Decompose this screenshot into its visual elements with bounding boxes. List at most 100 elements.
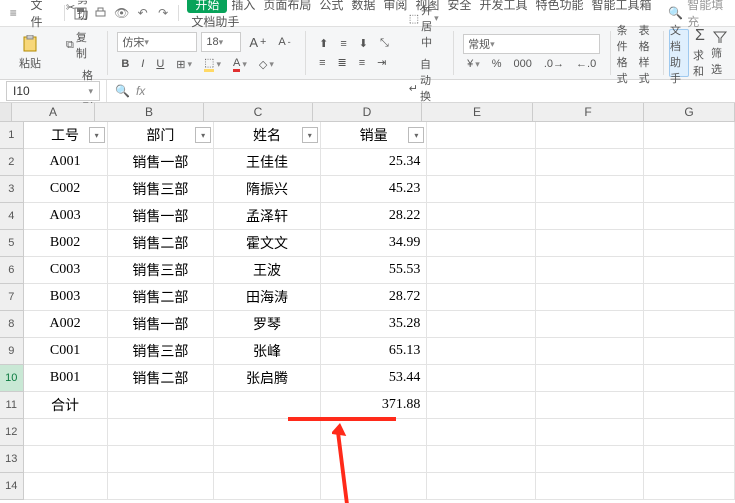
col-header-D[interactable]: D (313, 103, 422, 121)
align-left-button[interactable]: ≡ (315, 55, 329, 71)
cell[interactable] (644, 122, 735, 149)
cell[interactable]: 张峰 (214, 338, 321, 365)
cell[interactable] (427, 446, 535, 473)
cell[interactable] (644, 365, 735, 392)
cell[interactable]: 45.23 (321, 176, 428, 203)
cell[interactable]: 销售一部 (108, 311, 215, 338)
cell[interactable]: 孟泽轩 (214, 203, 321, 230)
filter-dropdown-icon[interactable]: ▾ (195, 127, 211, 143)
cell[interactable]: 王波 (214, 257, 321, 284)
cell[interactable] (536, 392, 644, 419)
cond-format-button[interactable]: 条件格式 (617, 29, 635, 77)
cell[interactable]: 55.53 (321, 257, 428, 284)
comma-button[interactable]: 000 (510, 56, 536, 72)
cell[interactable] (108, 473, 215, 500)
undo-icon[interactable]: ↶ (135, 5, 150, 21)
file-menu[interactable]: 文件 (27, 0, 57, 30)
orientation-button[interactable]: ⤡ (376, 35, 393, 52)
filter-dropdown-icon[interactable]: ▾ (408, 127, 424, 143)
cell[interactable]: B003 (24, 284, 108, 311)
col-header-C[interactable]: C (204, 103, 313, 121)
cell[interactable] (644, 473, 735, 500)
cell[interactable]: 销售二部 (108, 284, 215, 311)
cell[interactable]: C001 (24, 338, 108, 365)
filter-dropdown-icon[interactable]: ▾ (89, 127, 105, 143)
cell[interactable] (644, 203, 735, 230)
cell[interactable]: B001 (24, 365, 108, 392)
cell[interactable]: A002 (24, 311, 108, 338)
cell[interactable] (24, 446, 108, 473)
align-middle-button[interactable]: ≡ (336, 36, 350, 52)
cell[interactable]: B002 (24, 230, 108, 257)
cell[interactable] (536, 230, 644, 257)
cell[interactable]: 28.72 (321, 284, 428, 311)
cell[interactable]: 28.22 (321, 203, 428, 230)
col-header-E[interactable]: E (422, 103, 533, 121)
cell[interactable] (108, 392, 215, 419)
preview-icon[interactable]: 👁 (114, 5, 129, 21)
cell[interactable] (644, 284, 735, 311)
cut-button[interactable]: ✂剪切 (62, 0, 97, 25)
cell[interactable] (427, 149, 535, 176)
cell[interactable] (644, 311, 735, 338)
select-all-corner[interactable] (0, 103, 12, 121)
table-style-button[interactable]: 表格样式 (639, 29, 657, 77)
align-right-button[interactable]: ≡ (355, 55, 369, 71)
menu-tab-2[interactable]: 页面布局 (259, 0, 315, 12)
cell[interactable]: 销售三部 (108, 338, 215, 365)
row-header[interactable]: 11 (0, 392, 24, 419)
menu-tab-4[interactable]: 数据 (347, 0, 379, 12)
cell[interactable] (427, 122, 535, 149)
cell[interactable]: 隋振兴 (214, 176, 321, 203)
shrink-font-button[interactable]: A- (274, 34, 294, 50)
cell[interactable]: 罗琴 (214, 311, 321, 338)
cell[interactable]: 合计 (24, 392, 108, 419)
row-header[interactable]: 4 (0, 203, 24, 230)
cell[interactable] (644, 392, 735, 419)
cell[interactable] (427, 473, 535, 500)
cell[interactable]: 65.13 (321, 338, 428, 365)
cell[interactable]: C003 (24, 257, 108, 284)
cell[interactable]: 王佳佳 (214, 149, 321, 176)
cell[interactable] (536, 311, 644, 338)
row-header[interactable]: 14 (0, 473, 24, 500)
row-header[interactable]: 13 (0, 446, 24, 473)
cell[interactable] (427, 338, 535, 365)
formula-input[interactable]: 🔍 fx (106, 80, 153, 102)
cell[interactable]: A001 (24, 149, 108, 176)
row-header[interactable]: 10 (0, 365, 24, 392)
cell[interactable] (108, 419, 215, 446)
menu-tab-9[interactable]: 特色功能 (531, 0, 587, 12)
redo-icon[interactable]: ↷ (156, 5, 171, 21)
cell[interactable] (536, 284, 644, 311)
number-format-select[interactable]: 常规▾ (463, 34, 600, 54)
menu-tab-8[interactable]: 开发工具 (475, 0, 531, 12)
decrease-decimal-button[interactable]: ←.0 (572, 56, 600, 72)
cell[interactable] (427, 230, 535, 257)
copy-button[interactable]: ⧉复制 (62, 27, 97, 63)
doc-helper-button[interactable]: 文档助手 (669, 29, 689, 77)
cell[interactable] (644, 446, 735, 473)
font-color-button[interactable]: A▾ (229, 55, 251, 74)
cell[interactable]: 53.44 (321, 365, 428, 392)
cell[interactable] (644, 257, 735, 284)
cell[interactable]: 部门▾ (108, 122, 215, 149)
cell[interactable]: 35.28 (321, 311, 428, 338)
row-header[interactable]: 12 (0, 419, 24, 446)
cell[interactable] (644, 176, 735, 203)
cell[interactable]: 田海涛 (214, 284, 321, 311)
cell[interactable]: A003 (24, 203, 108, 230)
row-header[interactable]: 8 (0, 311, 24, 338)
cell[interactable]: 25.34 (321, 149, 428, 176)
cell[interactable] (24, 473, 108, 500)
paste-button[interactable]: 粘贴 (10, 35, 50, 71)
cell[interactable] (536, 257, 644, 284)
currency-button[interactable]: ¥▾ (463, 56, 484, 72)
sum-button[interactable]: Σ求和 (693, 29, 707, 77)
cell[interactable] (644, 419, 735, 446)
cell[interactable]: 姓名▾ (214, 122, 321, 149)
cell[interactable]: 销售二部 (108, 230, 215, 257)
col-header-A[interactable]: A (12, 103, 95, 121)
row-header[interactable]: 5 (0, 230, 24, 257)
menu-tab-10[interactable]: 智能工具箱 (587, 0, 655, 12)
